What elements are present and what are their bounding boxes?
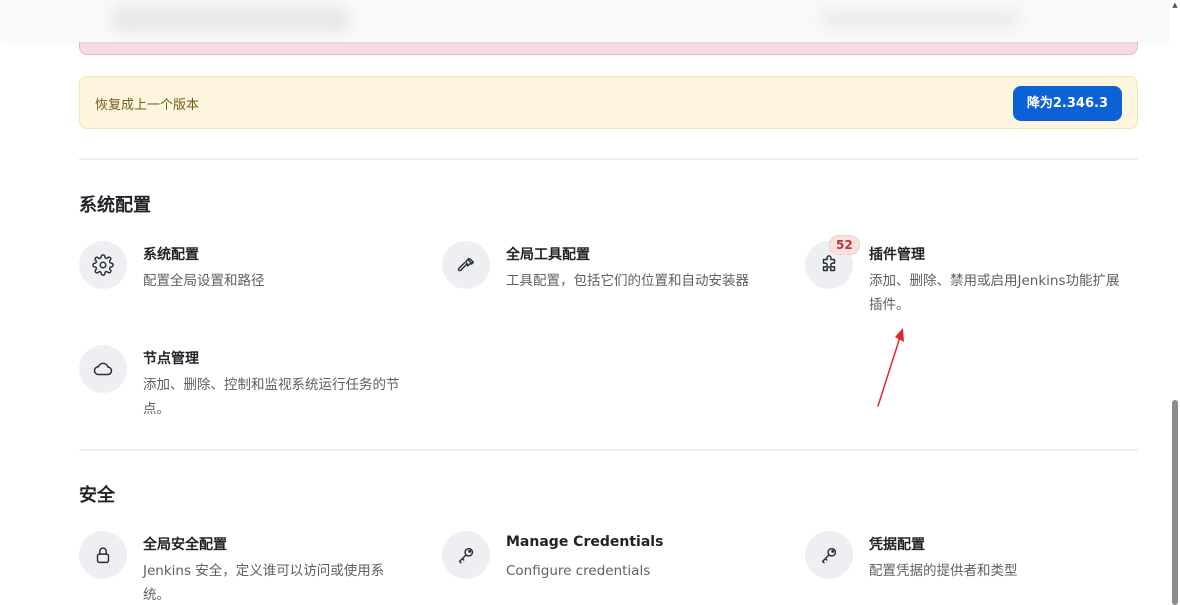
plugin-update-badge: 52 xyxy=(829,235,860,255)
tile-title: 全局安全配置 xyxy=(143,537,227,553)
downgrade-banner: 恢复成上一个版本 降为2.346.3 xyxy=(79,76,1138,129)
hammer-icon xyxy=(442,241,490,289)
tile-title: 全局工具配置 xyxy=(506,247,590,263)
section-title-security: 安全 xyxy=(79,485,115,506)
cloud-icon xyxy=(79,345,127,393)
scrollbar[interactable]: ▲ xyxy=(1170,0,1180,605)
tile-description: 添加、删除、禁用或启用Jenkins功能扩展插件。 xyxy=(869,273,1120,313)
key-icon xyxy=(442,531,490,579)
section-divider xyxy=(79,449,1138,451)
manage-jenkins-page: 恢复成上一个版本 降为2.346.3 系统配置 系统配置 配置全局设置和路径 全… xyxy=(0,0,1180,605)
downgrade-message: 恢复成上一个版本 xyxy=(95,98,200,113)
tile-title: 系统配置 xyxy=(143,247,199,263)
gear-icon xyxy=(79,241,127,289)
tile-title: 凭据配置 xyxy=(869,537,925,553)
header-blur-region-right xyxy=(820,10,1020,28)
page-header xyxy=(0,0,1170,42)
scrollbar-thumb[interactable] xyxy=(1172,400,1178,605)
tile-title: Manage Credentials xyxy=(506,534,664,550)
key-icon xyxy=(805,531,853,579)
section-divider xyxy=(79,158,1138,160)
lock-icon xyxy=(79,531,127,579)
tile-title: 节点管理 xyxy=(143,351,199,367)
annotation-arrow xyxy=(877,328,904,407)
tile-description: 工具配置，包括它们的位置和自动安装器 xyxy=(506,273,749,289)
tile-title: 插件管理 xyxy=(869,247,925,263)
scroll-up-arrow-icon[interactable]: ▲ xyxy=(1171,1,1179,9)
header-blur-region xyxy=(110,6,350,32)
tile-description: Configure credentials xyxy=(506,563,651,579)
tile-description: 添加、删除、控制和监视系统运行任务的节点。 xyxy=(143,377,400,417)
downgrade-button[interactable]: 降为2.346.3 xyxy=(1012,86,1122,121)
section-title-system-config: 系统配置 xyxy=(79,195,151,216)
tile-description: 配置凭据的提供者和类型 xyxy=(869,563,1018,579)
tile-description: 配置全局设置和路径 xyxy=(143,273,265,289)
tile-description: Jenkins 安全，定义谁可以访问或使用系统。 xyxy=(143,563,385,603)
